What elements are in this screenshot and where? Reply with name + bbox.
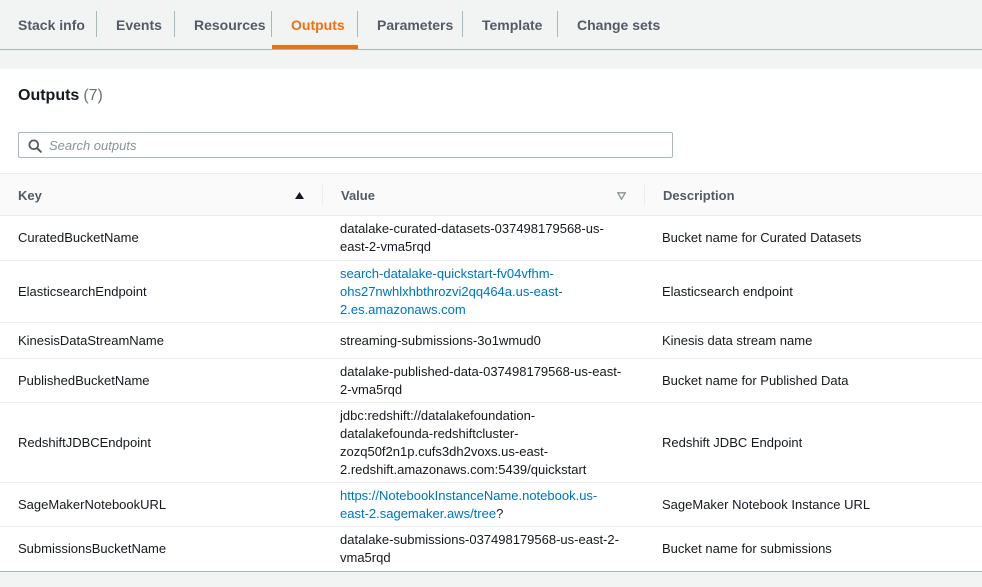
row-description: SageMaker Notebook Instance URL [662,496,871,512]
tab-separator [357,11,358,37]
value-suffix: ? [496,505,504,521]
outputs-panel: Outputs(7) Key Value Description Curated… [0,69,982,572]
value-line: 2.redshift.amazonaws.com:5439/quickstart [340,461,587,477]
column-separator [322,185,323,205]
value-line: 2-vma5rqd [340,381,403,397]
value-line: search-datalake-quickstart-fv04vfhm- [340,265,554,281]
table-row: RedshiftJDBCEndpoint jdbc:redshift://dat… [0,403,982,483]
tab-change-sets[interactable]: Change sets [577,0,660,49]
sort-ascending-icon[interactable] [295,192,304,199]
row-value: https://NotebookInstanceName.notebook.us… [340,483,630,526]
column-header-value[interactable]: Value [341,174,375,216]
row-value: search-datalake-quickstart-fv04vfhm-ohs2… [340,261,630,322]
value-line: vma5rqd [340,550,391,565]
value-line: 2.es.amazonaws.com [340,301,466,317]
row-description: Elasticsearch endpoint [662,283,793,299]
row-value: jdbc:redshift://datalakefoundation-datal… [340,403,630,482]
row-key: KinesisDataStreamName [18,332,164,348]
row-key: RedshiftJDBCEndpoint [18,434,151,450]
tab-separator [462,11,463,37]
row-description: Kinesis data stream name [662,332,813,348]
value-line: datalake-submissions-037498179568-us-eas… [340,532,619,547]
tab-template[interactable]: Template [482,0,542,49]
sagemaker-notebook-link[interactable]: https://NotebookInstanceName.notebook.us… [340,488,597,521]
tab-outputs[interactable]: Outputs [291,0,345,49]
table-row: SubmissionsBucketName datalake-submissio… [0,527,982,571]
row-value: streaming-submissions-3o1wmud0 [340,323,630,358]
row-key: ElasticsearchEndpoint [18,283,147,299]
table-row: CuratedBucketName datalake-curated-datas… [0,216,982,261]
table-row: PublishedBucketName datalake-published-d… [0,359,982,403]
tab-separator [557,11,558,37]
tab-events[interactable]: Events [116,0,162,49]
search-input[interactable] [49,133,664,157]
row-key: CuratedBucketName [18,230,139,245]
row-value: datalake-submissions-037498179568-us-eas… [340,527,630,571]
value-line: datalakefounda-redshiftcluster- [340,425,519,441]
row-key: SubmissionsBucketName [18,541,167,556]
value-line: east-2-vma5rqd [340,239,432,254]
tab-separator [271,11,272,37]
value-line: zozq50f2n1p.cufs3dh2voxs.us-east- [340,443,549,459]
value-line: streaming-submissions-3o1wmud0 [340,332,541,348]
sort-descending-outline-icon[interactable] [617,192,626,200]
row-value: datalake-published-data-037498179568-us-… [340,359,630,402]
table-row: KinesisDataStreamName streaming-submissi… [0,323,982,359]
panel-title: Outputs (7) [18,87,103,105]
active-tab-indicator [272,45,358,49]
table-header: Key Value Description [0,173,982,216]
column-header-description[interactable]: Description [663,174,735,216]
row-value: datalake-curated-datasets-037498179568-u… [340,216,630,260]
row-key: PublishedBucketName [18,372,150,388]
value-line: datalake-published-data-037498179568-us-… [340,363,622,379]
row-description: Redshift JDBC Endpoint [662,434,803,450]
row-description: Bucket name for Published Data [662,372,849,388]
panel-title-text: Outputs [18,87,80,104]
table-row: ElasticsearchEndpoint search-datalake-qu… [0,261,982,323]
output-count: (7) [83,87,103,104]
tab-separator [96,11,97,37]
value-line: datalake-curated-datasets-037498179568-u… [340,221,604,236]
tab-parameters[interactable]: Parameters [377,0,453,49]
column-header-key[interactable]: Key [18,174,42,216]
row-description: Bucket name for submissions [662,541,832,556]
value-line: https://NotebookInstanceName.notebook.us… [340,487,598,503]
search-box [18,132,673,158]
tab-stack-info[interactable]: Stack info [18,0,85,49]
tab-bar: Stack info Events Resources Outputs Para… [0,0,982,50]
tab-resources[interactable]: Resources [194,0,266,49]
elasticsearch-endpoint-link[interactable]: search-datalake-quickstart-fv04vfhm-ohs2… [340,265,563,319]
value-line: east-2.sagemaker.aws/tree [340,505,497,521]
row-key: SageMakerNotebookURL [18,496,167,512]
column-separator [644,185,645,205]
value-line: jdbc:redshift://datalakefoundation- [340,407,536,423]
row-description: Bucket name for Curated Datasets [662,230,862,245]
search-icon [28,139,42,153]
table-row: SageMakerNotebookURL https://NotebookIns… [0,483,982,527]
value-line: ohs27nwhlxhbthrozvi2qq464a.us-east- [340,283,563,299]
tab-separator [174,11,175,37]
